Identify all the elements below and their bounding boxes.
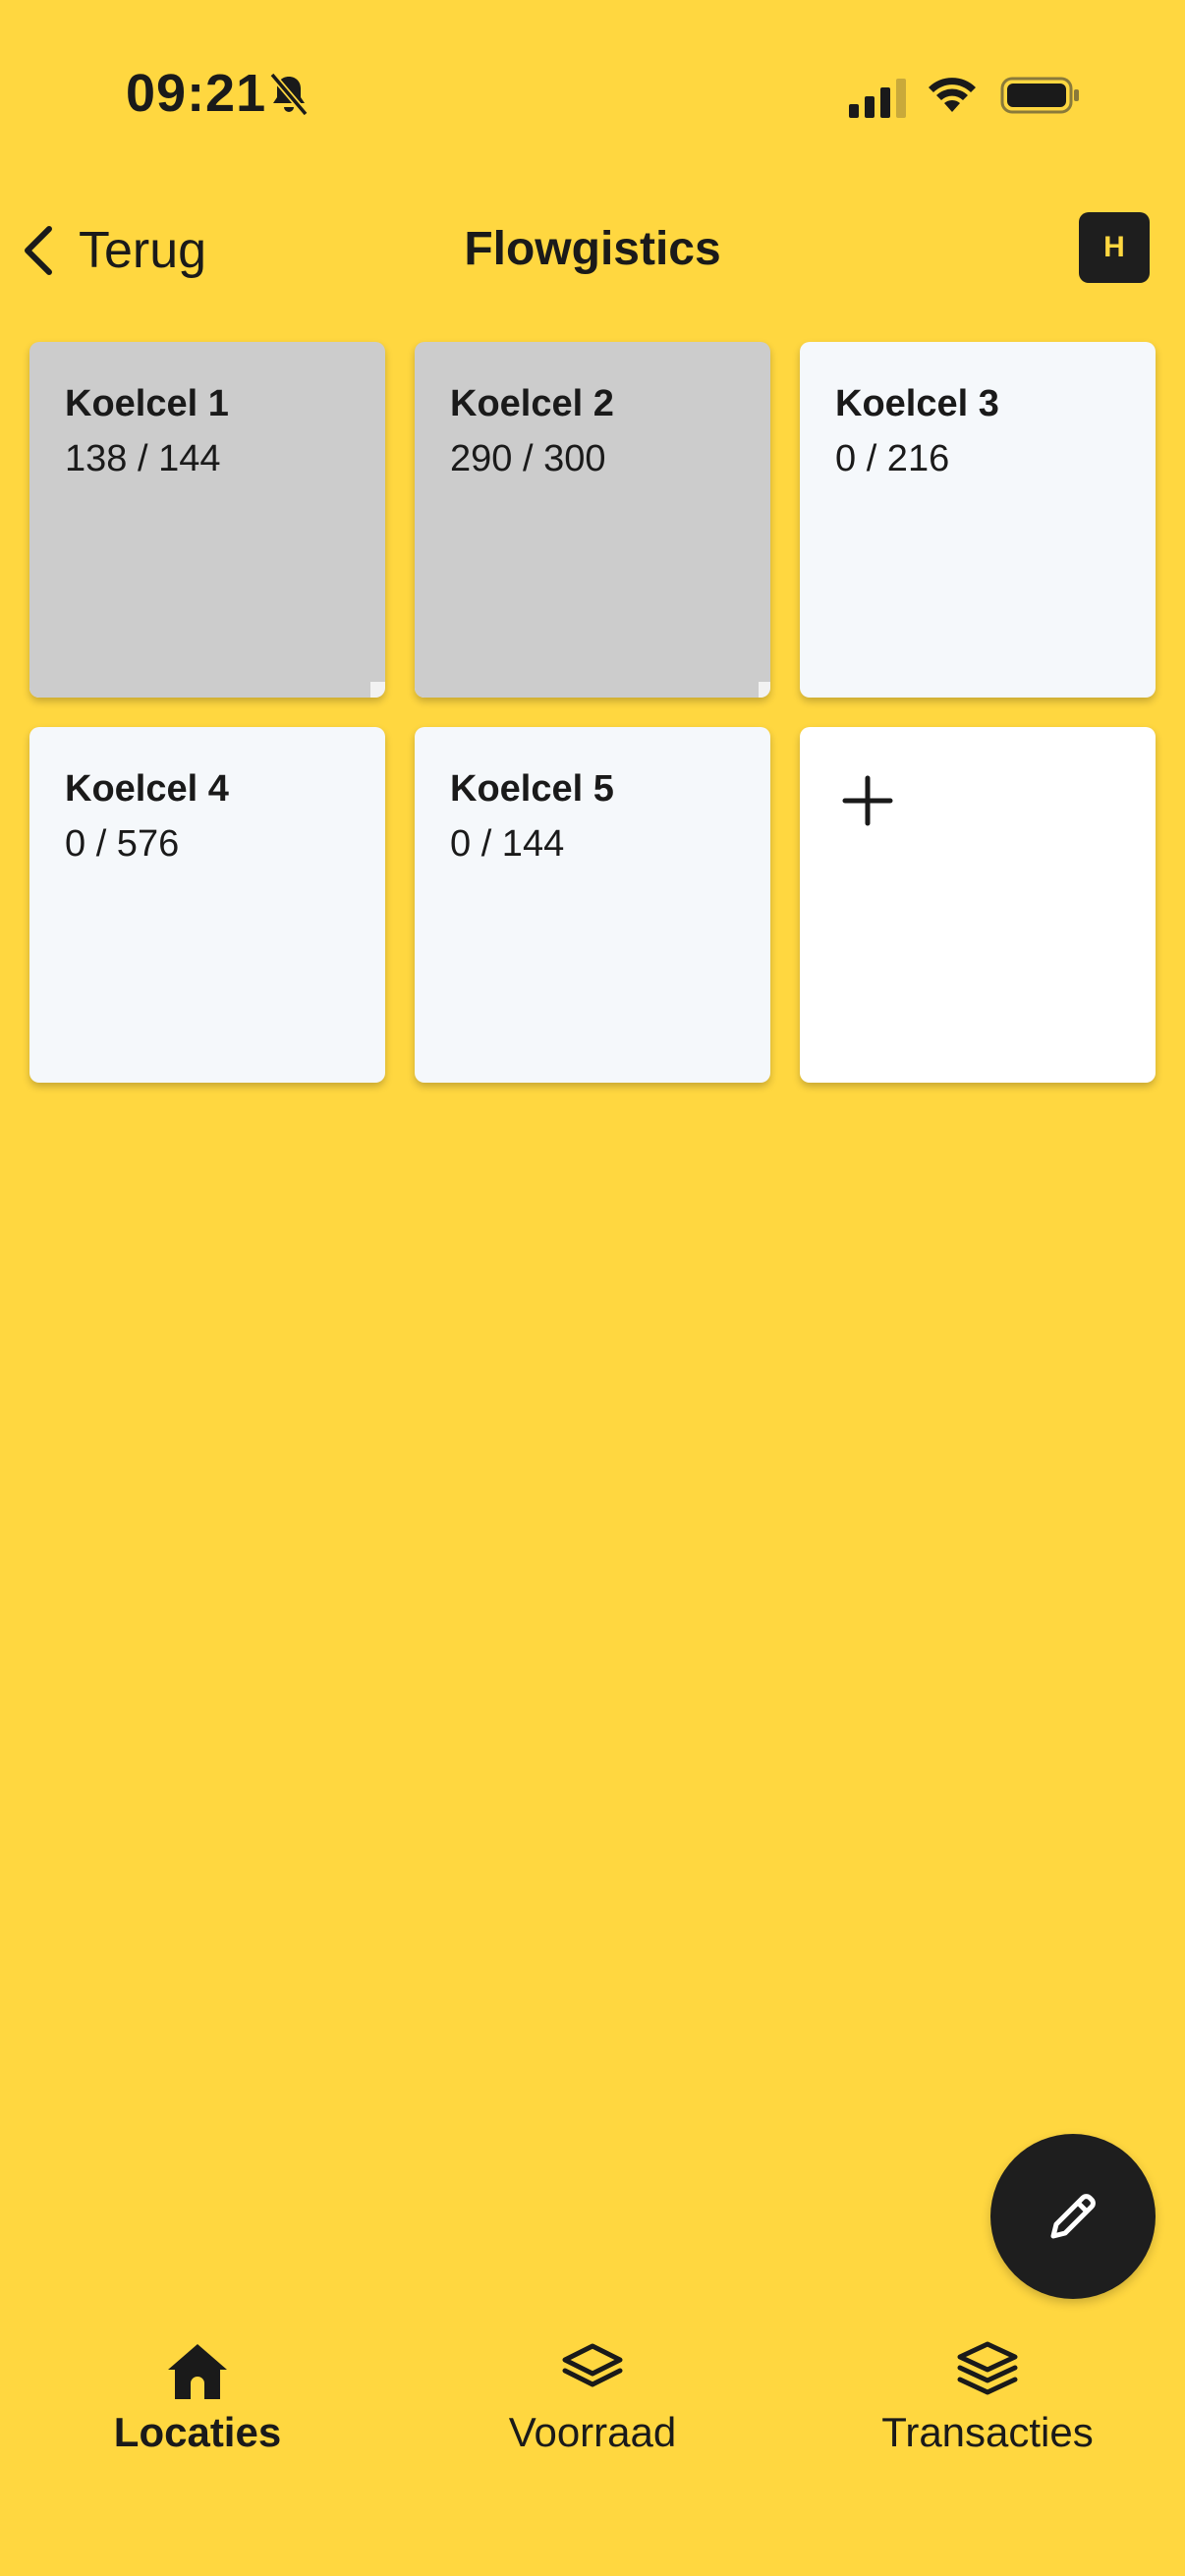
location-card[interactable]: Koelcel 1 138 / 144 bbox=[29, 342, 385, 698]
location-count: 290 / 300 bbox=[450, 438, 606, 479]
avatar[interactable]: H bbox=[1079, 212, 1150, 283]
nav-item-transacties[interactable]: Transacties bbox=[790, 2328, 1185, 2486]
battery-icon bbox=[1000, 77, 1079, 114]
app-header: Terug Flowgistics H bbox=[0, 196, 1185, 305]
location-card[interactable]: Koelcel 5 0 / 144 bbox=[415, 727, 770, 1083]
location-name: Koelcel 1 bbox=[65, 383, 229, 424]
location-count: 0 / 144 bbox=[450, 823, 565, 865]
location-name: Koelcel 3 bbox=[835, 383, 999, 424]
bell-muted-icon bbox=[269, 72, 309, 117]
plus-icon bbox=[842, 775, 893, 826]
wifi-icon bbox=[929, 78, 976, 112]
capacity-bar-fill bbox=[29, 682, 370, 698]
page-title: Flowgistics bbox=[464, 223, 721, 275]
location-count: 138 / 144 bbox=[65, 438, 221, 479]
location-name: Koelcel 2 bbox=[450, 383, 614, 424]
nav-label: Transacties bbox=[881, 2409, 1094, 2455]
edit-fab-button[interactable] bbox=[990, 2134, 1156, 2299]
layers-icon bbox=[957, 2341, 1018, 2395]
location-name: Koelcel 5 bbox=[450, 768, 614, 810]
nav-label: Voorraad bbox=[508, 2409, 677, 2455]
capacity-bar bbox=[29, 682, 385, 698]
nav-item-locaties[interactable]: Locaties bbox=[0, 2328, 395, 2486]
bottom-nav: Locaties Voorraad Transacties bbox=[0, 2328, 1185, 2486]
locations-grid: Koelcel 1 138 / 144 Koelcel 2 290 / 300 … bbox=[29, 342, 1156, 1083]
layers-icon bbox=[562, 2343, 623, 2387]
nav-label: Locaties bbox=[113, 2409, 282, 2455]
location-count: 0 / 216 bbox=[835, 438, 950, 479]
location-name: Koelcel 4 bbox=[65, 768, 229, 810]
location-card[interactable]: Koelcel 2 290 / 300 bbox=[415, 342, 770, 698]
nav-item-voorraad[interactable]: Voorraad bbox=[395, 2328, 790, 2486]
cellular-signal-icon bbox=[849, 79, 906, 118]
status-bar: 09:21 bbox=[0, 0, 1185, 187]
status-time: 09:21 bbox=[126, 64, 267, 123]
location-card[interactable]: Koelcel 4 0 / 576 bbox=[29, 727, 385, 1083]
capacity-bar-fill bbox=[415, 682, 760, 698]
location-count: 0 / 576 bbox=[65, 823, 180, 865]
add-location-button[interactable] bbox=[800, 727, 1156, 1083]
home-icon bbox=[168, 2344, 227, 2399]
location-card[interactable]: Koelcel 3 0 / 216 bbox=[800, 342, 1156, 698]
capacity-bar bbox=[415, 682, 770, 698]
pencil-icon bbox=[1050, 2194, 1096, 2239]
